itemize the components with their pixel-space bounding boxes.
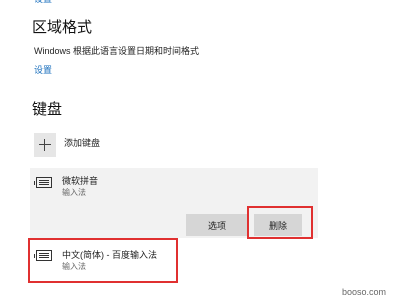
region-settings-link[interactable]: 设置 <box>34 63 52 76</box>
region-format-title: 区域格式 <box>32 19 93 36</box>
add-keyboard-button[interactable] <box>34 133 56 157</box>
keyboard-title: 键盘 <box>32 101 63 118</box>
baidu-highlight-box <box>28 238 178 283</box>
delete-highlight-box <box>247 206 313 239</box>
keyboard-item-microsoft-pinyin[interactable]: 微软拼音 输入法 <box>30 168 318 204</box>
keyboard-icon <box>34 177 52 188</box>
options-button[interactable]: 选项 <box>186 214 248 236</box>
top-settings-link[interactable]: 设置 <box>34 0 52 5</box>
region-format-description: Windows 根据此语言设置日期和时间格式 <box>34 46 200 56</box>
watermark: booso.com <box>341 287 386 297</box>
keyboard-item-name: 微软拼音 <box>62 176 99 186</box>
keyboard-item-type: 输入法 <box>62 188 86 197</box>
add-keyboard-label[interactable]: 添加键盘 <box>64 136 100 149</box>
